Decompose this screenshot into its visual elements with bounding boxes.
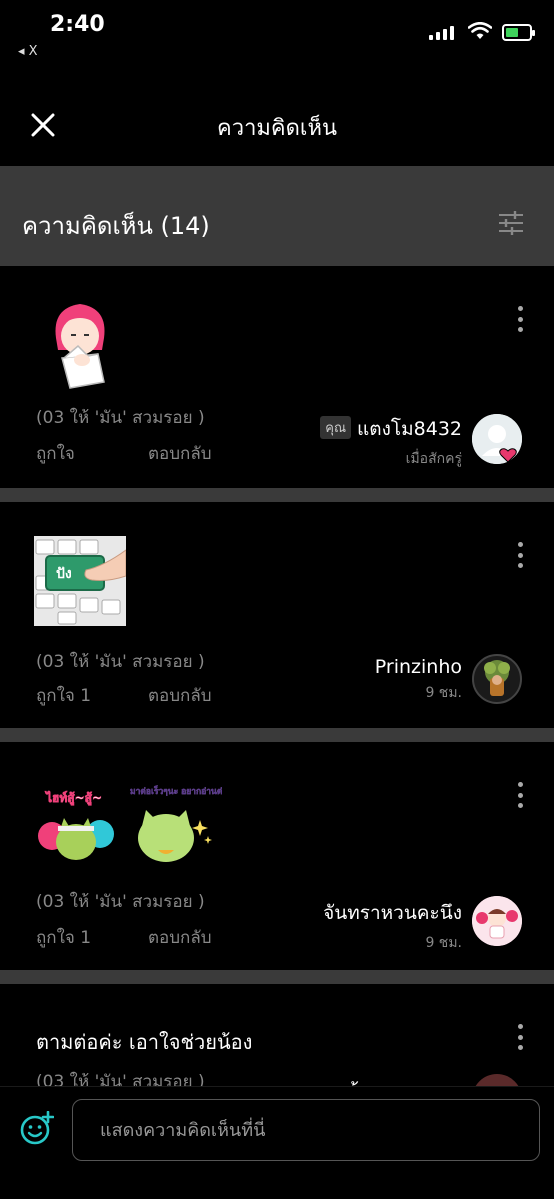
status-bar: 2:40 ◂ X xyxy=(0,0,554,70)
chapter-quote: (03 ให้ 'มัน' สวมรอย ) xyxy=(36,892,205,912)
avatar-figure-image xyxy=(484,660,510,696)
wifi-icon xyxy=(468,22,492,39)
more-options-button[interactable] xyxy=(516,1024,524,1050)
comment-time: 9 ชม. xyxy=(425,935,462,951)
username[interactable]: Prinzinho xyxy=(375,656,462,678)
username[interactable]: แตงโม8432 xyxy=(357,414,462,444)
sticker-girl-crying xyxy=(55,304,105,389)
comments-header: ความคิดเห็น (14) xyxy=(0,166,554,266)
comment-card: ตามต่อค่ะ เอาใจช่วยน้อง (03 ให้ 'มัน' สว… xyxy=(0,984,554,1086)
avatar-floral-image xyxy=(472,896,522,946)
comment-card: ปัง (03 ให้ 'มัน' สวมรอย ) ถูกใจ 1 ตอบกล… xyxy=(0,502,554,728)
avatar[interactable] xyxy=(472,1074,522,1086)
sticker-text-2: มาต่อเร็วๆนะ อยากอ่านต่อ xyxy=(130,784,222,797)
divider xyxy=(0,488,554,502)
comment-author: ข้าวหอมกราน xyxy=(346,1076,462,1086)
chapter-quote: (03 ให้ 'มัน' สวมรอย ) xyxy=(36,652,205,672)
comment-composer xyxy=(0,1086,554,1199)
default-avatar-with-heart xyxy=(472,414,522,464)
reply-button[interactable]: ตอบกลับ xyxy=(148,924,212,951)
comment-text: ตามต่อค่ะ เอาใจช่วยน้อง xyxy=(36,1030,253,1054)
avatar[interactable] xyxy=(472,896,522,946)
status-time: 2:40 xyxy=(50,12,105,37)
add-sticker-icon[interactable] xyxy=(20,1111,54,1145)
reply-button[interactable]: ตอบกลับ xyxy=(148,440,212,467)
like-button[interactable]: ถูกใจ xyxy=(36,440,75,467)
more-options-button[interactable] xyxy=(516,542,524,568)
sticker-key-label: ปัง xyxy=(56,566,72,582)
like-button[interactable]: ถูกใจ 1 xyxy=(36,682,91,709)
divider xyxy=(0,970,554,984)
chapter-quote: (03 ให้ 'มัน' สวมรอย ) xyxy=(36,1072,205,1086)
sticker-cheering-cats: ไฮท์สู้~สู้~ มาต่อเร็วๆนะ อยากอ่านต่อ xyxy=(38,784,222,862)
page-title: ความคิดเห็น xyxy=(217,116,337,141)
sticker-keyboard-press: ปัง xyxy=(34,536,126,626)
comment-card: ไฮท์สู้~สู้~ มาต่อเร็วๆนะ อยากอ่านต่อ (0… xyxy=(0,742,554,970)
chapter-quote: (03 ให้ 'มัน' สวมรอย ) xyxy=(36,408,205,428)
battery-icon xyxy=(502,24,535,41)
more-options-button[interactable] xyxy=(516,782,524,808)
nav-bar: ความคิดเห็น xyxy=(0,80,554,166)
avatar[interactable] xyxy=(472,414,522,464)
like-button[interactable]: ถูกใจ 1 xyxy=(36,924,91,951)
comment-author: Prinzinho 9 ชม. xyxy=(375,656,462,704)
comment-input[interactable] xyxy=(72,1099,540,1161)
comment-author: จันทราหวนคะนึง 9 ชม. xyxy=(323,898,462,954)
divider xyxy=(0,728,554,742)
comments-count-title: ความคิดเห็น (14) xyxy=(22,212,210,240)
cellular-signal-icon xyxy=(429,26,454,40)
comment-time: เมื่อสักครู่ xyxy=(405,451,462,467)
sticker-text-1: ไฮท์สู้~สู้~ xyxy=(44,790,102,806)
comment-author: คุณ แตงโม8432 เมื่อสักครู่ xyxy=(320,414,462,470)
filter-sliders-icon[interactable] xyxy=(498,210,524,236)
username[interactable]: ข้าวหอมกราน xyxy=(346,1076,462,1086)
back-to-app-link[interactable]: ◂ X xyxy=(18,44,38,59)
reply-button[interactable]: ตอบกลับ xyxy=(148,682,212,709)
comment-card: (03 ให้ 'มัน' สวมรอย ) ถูกใจ ตอบกลับ คุณ… xyxy=(0,266,554,488)
you-badge: คุณ xyxy=(320,416,352,439)
avatar[interactable] xyxy=(472,654,522,704)
comment-time: 9 ชม. xyxy=(425,685,462,701)
more-options-button[interactable] xyxy=(516,306,524,332)
username[interactable]: จันทราหวนคะนึง xyxy=(323,898,462,928)
